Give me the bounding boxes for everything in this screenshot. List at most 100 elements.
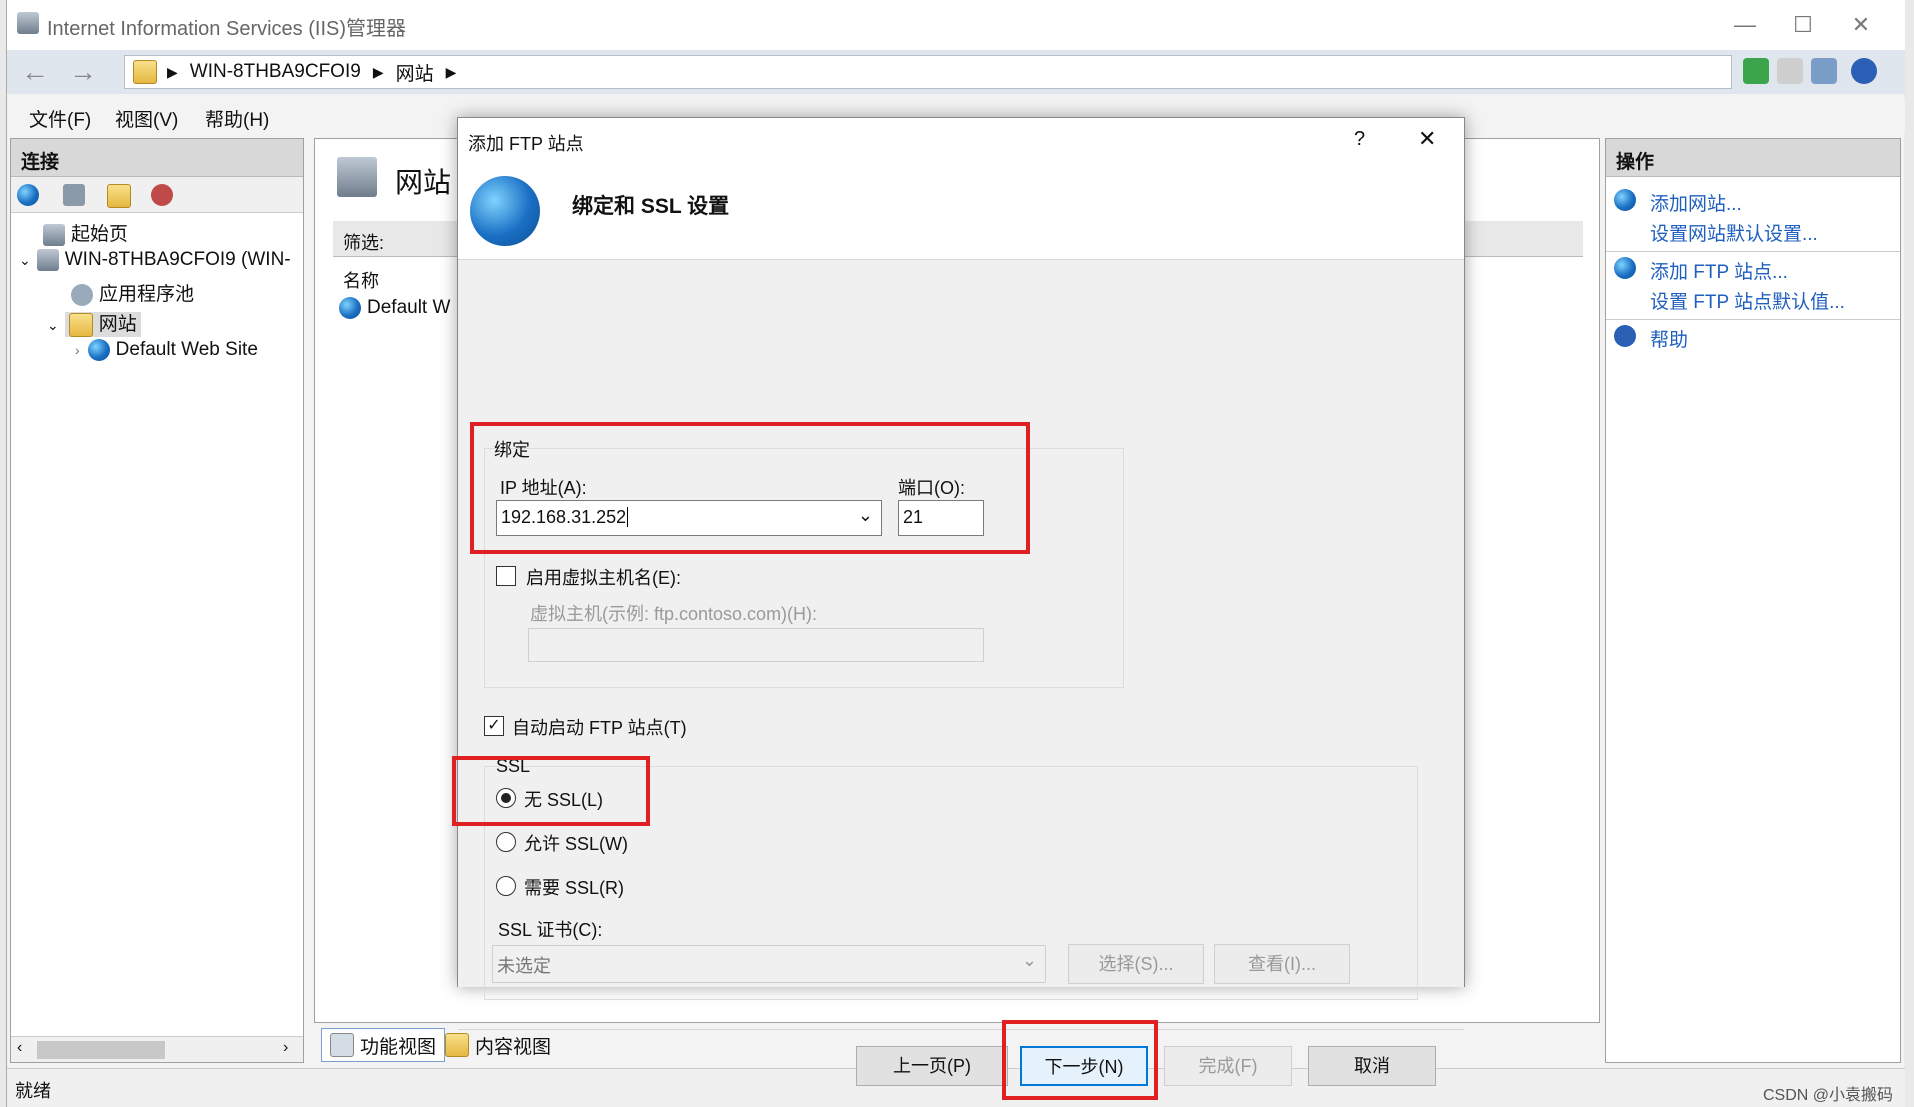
actions-header: 操作	[1606, 139, 1900, 177]
port-input[interactable]: 21	[898, 500, 984, 536]
help-icon	[1614, 325, 1636, 347]
forward-arrow-icon[interactable]: →	[65, 56, 101, 88]
tree-item-start-page[interactable]: 起始页	[43, 219, 128, 246]
website-globe-icon	[87, 339, 110, 361]
tab-content-view[interactable]: 内容视图	[437, 1028, 559, 1062]
menu-help[interactable]: 帮助(H)	[205, 105, 269, 132]
autostart-checkbox[interactable]: ✓	[484, 716, 504, 736]
vhost-checkbox[interactable]	[496, 566, 516, 586]
vhost-name-label: 虚拟主机(示例: ftp.contoso.com)(H):	[530, 604, 818, 624]
view-cert-button[interactable]: 查看(I)...	[1214, 944, 1350, 984]
window-title: Internet Information Services (IIS)管理器	[47, 18, 407, 40]
dialog-footer-divider	[458, 1029, 1464, 1030]
allow-ssl-label[interactable]: 允许 SSL(W)	[524, 830, 628, 856]
help-icon[interactable]	[1851, 58, 1877, 84]
connect-icon[interactable]	[17, 184, 39, 206]
table-row[interactable]: Default W	[339, 297, 450, 319]
radio-require-ssl[interactable]	[496, 876, 516, 896]
actions-divider	[1606, 251, 1900, 252]
refresh-icon[interactable]	[1743, 58, 1769, 84]
scroll-right-icon[interactable]: ›	[283, 1039, 288, 1057]
action-help[interactable]: 帮助	[1650, 325, 1688, 352]
dialog-help-button[interactable]: ?	[1354, 128, 1365, 151]
next-button[interactable]: 下一步(N)	[1020, 1046, 1148, 1086]
scrollbar-thumb[interactable]	[37, 1041, 165, 1059]
vhost-checkbox-label[interactable]: 启用虚拟主机名(E):	[526, 564, 681, 590]
tab-features-view[interactable]: 功能视图	[321, 1028, 446, 1062]
folder-icon	[133, 60, 157, 84]
iis-app-icon	[17, 12, 39, 34]
action-add-ftp-site[interactable]: 添加 FTP 站点...	[1650, 257, 1788, 284]
actions-divider	[1606, 319, 1900, 320]
chevron-down-icon[interactable]: ⌄	[1022, 950, 1037, 971]
back-arrow-icon[interactable]: ←	[17, 56, 53, 88]
column-header-name[interactable]: 名称	[343, 267, 379, 293]
breadcrumb-separator-icon: ▶	[445, 63, 457, 80]
action-set-website-defaults[interactable]: 设置网站默认设置...	[1650, 219, 1818, 246]
dialog-body: 绑定 IP 地址(A): 192.168.31.252 ⌄ 端口(O): 21 …	[452, 260, 1464, 1100]
server-icon	[36, 249, 59, 271]
text-caret	[627, 507, 629, 527]
scroll-left-icon[interactable]: ‹	[17, 1039, 22, 1057]
stop-icon[interactable]	[1777, 58, 1803, 84]
no-ssl-label[interactable]: 无 SSL(L)	[524, 786, 603, 812]
save-icon[interactable]	[63, 184, 85, 206]
connections-header: 连接	[11, 139, 303, 177]
ftp-globe-icon	[470, 176, 540, 246]
cancel-button[interactable]: 取消	[1308, 1046, 1436, 1086]
filter-label[interactable]: 筛选:	[343, 229, 384, 255]
menu-file[interactable]: 文件(F)	[29, 105, 91, 132]
breadcrumb-server[interactable]: WIN-8THBA9CFOI9	[190, 61, 361, 83]
minimize-button[interactable]: —	[1717, 6, 1773, 44]
action-add-website[interactable]: 添加网站...	[1650, 189, 1742, 216]
breadcrumb-separator-icon: ▶	[167, 63, 178, 80]
connections-pane: 连接 起始页 ⌄ WIN-8THBA9CFOI9 (WIN- 应用程序池 ⌄ 网站 …	[10, 138, 304, 1063]
maximize-button[interactable]: ☐	[1775, 6, 1831, 44]
horizontal-scrollbar[interactable]: ‹ ›	[11, 1036, 303, 1062]
tree-item-sites[interactable]: ⌄ 网站	[47, 309, 141, 337]
radio-no-ssl[interactable]	[496, 788, 516, 808]
content-view-icon	[445, 1033, 469, 1057]
vhost-name-input[interactable]	[528, 628, 984, 662]
tree-item-server[interactable]: ⌄ WIN-8THBA9CFOI9 (WIN-	[19, 249, 291, 271]
connections-toolbar	[11, 177, 303, 213]
menu-view[interactable]: 视图(V)	[115, 105, 178, 132]
sites-folder-icon	[68, 312, 93, 337]
breadcrumb-separator-icon: ▶	[372, 63, 384, 80]
select-cert-button[interactable]: 选择(S)...	[1068, 944, 1204, 984]
title-bar: Internet Information Services (IIS)管理器 —…	[7, 0, 1905, 50]
autostart-label[interactable]: 自动启动 FTP 站点(T)	[512, 714, 687, 740]
close-window-button[interactable]: ✕	[1833, 6, 1889, 44]
chevron-right-icon[interactable]: ›	[75, 342, 80, 358]
up-folder-icon[interactable]	[107, 184, 131, 208]
ssl-cert-label: SSL 证书(C):	[498, 920, 603, 940]
dialog-header: 添加 FTP 站点 ? ✕ 绑定和 SSL 设置	[458, 118, 1464, 260]
previous-button[interactable]: 上一页(P)	[856, 1046, 1008, 1086]
ip-address-combobox[interactable]: 192.168.31.252 ⌄	[496, 500, 882, 536]
chevron-down-icon[interactable]: ⌄	[47, 317, 59, 333]
dialog-close-button[interactable]: ✕	[1418, 126, 1436, 152]
action-set-ftp-defaults[interactable]: 设置 FTP 站点默认值...	[1650, 287, 1845, 314]
dialog-heading: 绑定和 SSL 设置	[572, 195, 730, 218]
ssl-group-label: SSL	[496, 756, 531, 776]
tree-item-app-pools[interactable]: 应用程序池	[71, 279, 194, 306]
chevron-down-icon[interactable]: ⌄	[19, 252, 31, 268]
radio-allow-ssl[interactable]	[496, 832, 516, 852]
add-website-icon	[1614, 189, 1636, 211]
tree-item-default-web-site[interactable]: › Default Web Site	[75, 339, 258, 361]
app-pool-icon	[71, 283, 93, 306]
port-label: 端口(O):	[898, 478, 965, 498]
disconnect-icon[interactable]	[151, 184, 173, 206]
finish-button[interactable]: 完成(F)	[1164, 1046, 1292, 1086]
address-bar[interactable]: ▶ WIN-8THBA9CFOI9 ▶ 网站 ▶	[124, 55, 1732, 89]
start-page-icon	[43, 223, 65, 246]
status-text: 就绪	[15, 1081, 51, 1101]
chevron-down-icon[interactable]: ⌄	[858, 505, 873, 526]
ssl-cert-select[interactable]: 未选定 ⌄	[492, 945, 1046, 983]
breadcrumb-sites[interactable]: 网站	[396, 59, 434, 86]
require-ssl-label[interactable]: 需要 SSL(R)	[524, 874, 624, 900]
iis-manager-window: Internet Information Services (IIS)管理器 —…	[6, 0, 1905, 1107]
add-ftp-site-icon	[1614, 257, 1636, 279]
ip-address-label: IP 地址(A):	[500, 478, 587, 498]
home-icon[interactable]	[1811, 58, 1837, 84]
